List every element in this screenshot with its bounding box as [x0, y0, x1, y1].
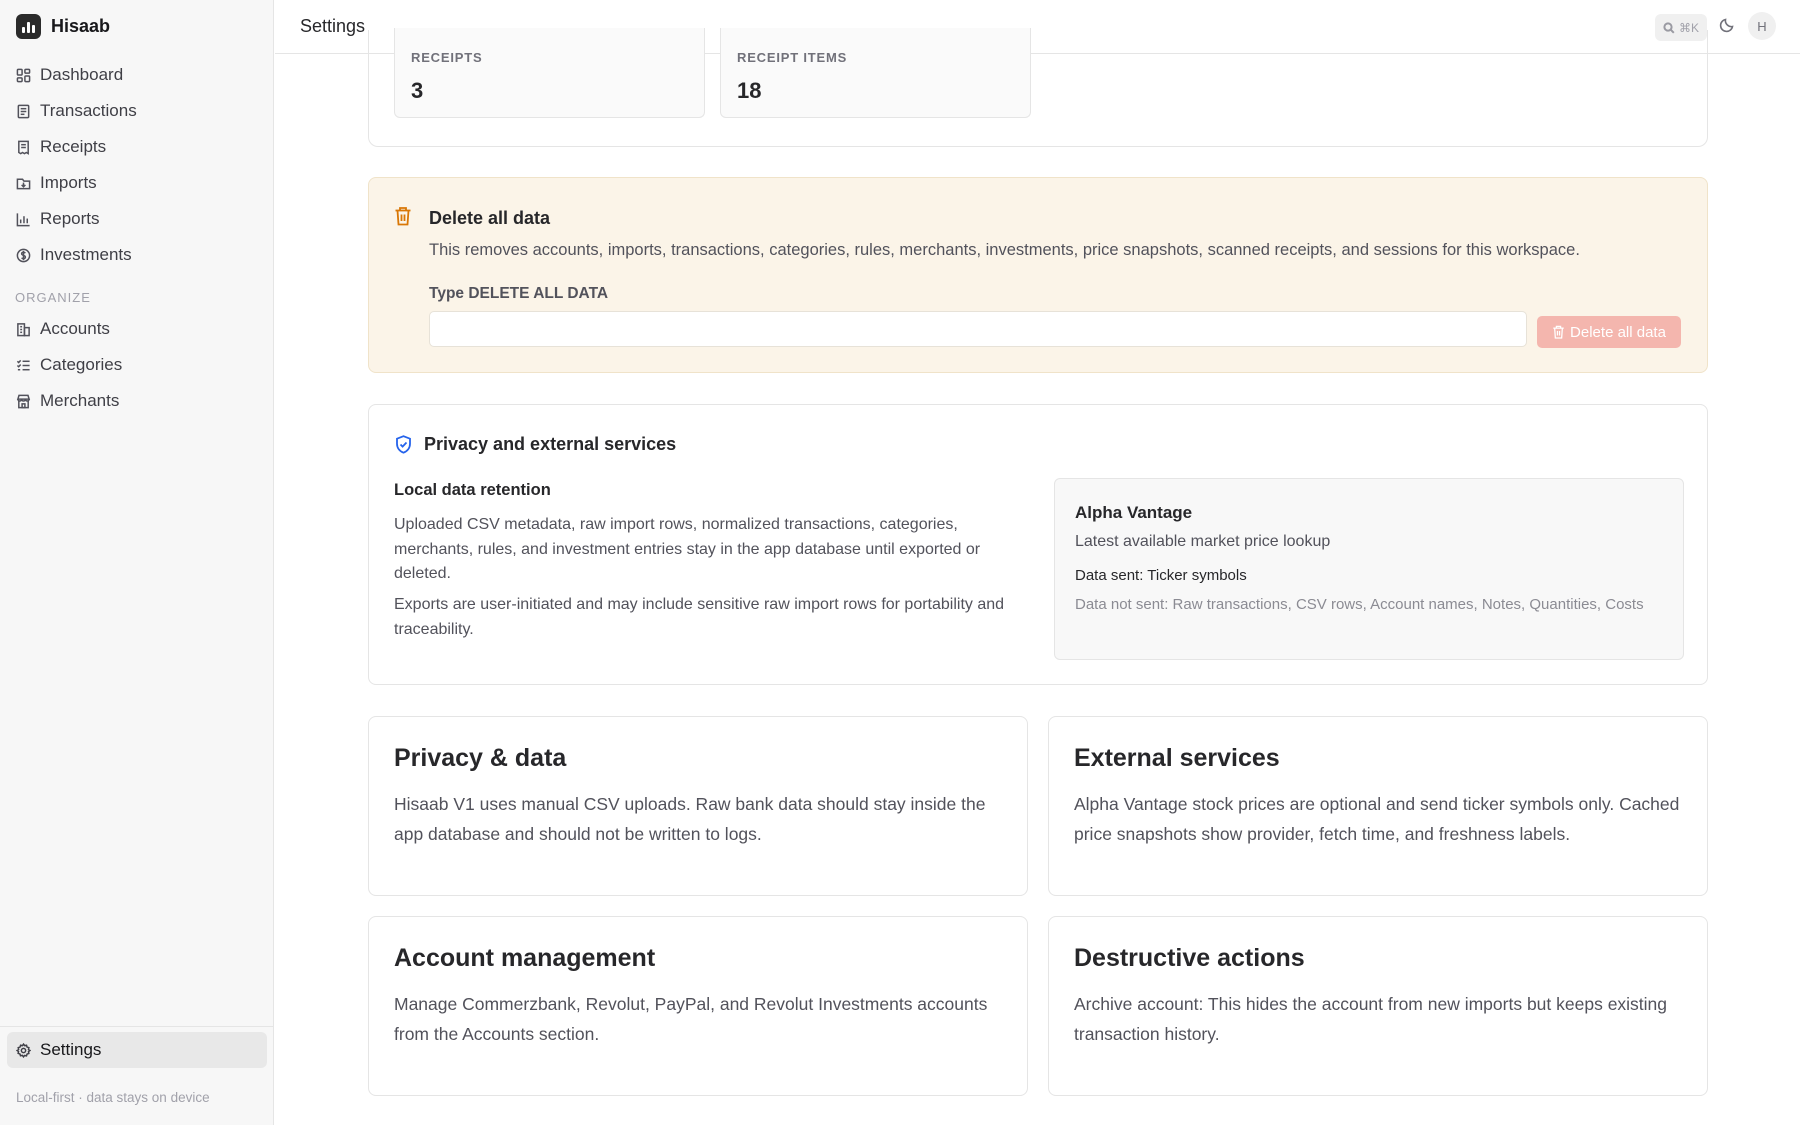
retention-paragraph: Uploaded CSV metadata, raw import rows, … — [394, 516, 981, 582]
sidebar-item-merchants[interactable]: Merchants — [8, 383, 268, 419]
sidebar-item-label: Transactions — [40, 101, 137, 120]
info-card-title: Privacy & data — [394, 744, 567, 772]
transactions-icon — [17, 104, 30, 118]
investments-icon — [16, 248, 31, 262]
retention-title: Local data retention — [394, 481, 551, 499]
sidebar-item-label: Dashboard — [40, 65, 124, 84]
info-card-title: External services — [1074, 744, 1280, 772]
brand-logo-icon — [16, 14, 41, 39]
sidebar-item-label: Categories — [40, 355, 123, 374]
info-card-body: Manage Commerzbank, Revolut, PayPal, and… — [394, 994, 988, 1044]
receipts-icon — [18, 140, 29, 155]
merchants-icon — [16, 394, 31, 408]
info-card-title: Account management — [394, 944, 656, 972]
stat-label: RECEIPTS — [411, 50, 483, 65]
delete-all-data-button-label: Delete all data — [1570, 323, 1666, 341]
confirm-delete-input[interactable] — [429, 311, 1527, 347]
sidebar-item-receipts[interactable]: Receipts — [8, 129, 268, 165]
danger-title: Delete all data — [429, 208, 551, 228]
external-service-card: Alpha Vantage Latest available market pr… — [1054, 478, 1684, 660]
sidebar-item-transactions[interactable]: Transactions — [8, 93, 268, 129]
exports-paragraph: Exports are user-initiated and may inclu… — [394, 596, 1005, 638]
sidebar-item-label: Imports — [40, 173, 97, 192]
sidebar-item-label: Merchants — [40, 391, 120, 410]
stat-receipt-items: RECEIPT ITEMS 18 — [720, 28, 1031, 118]
stat-label: RECEIPT ITEMS — [737, 50, 848, 65]
delete-all-data-section: Delete all data This removes accounts, i… — [368, 177, 1708, 373]
theme-toggle-button[interactable] — [1719, 17, 1739, 37]
stat-value: 3 — [411, 78, 424, 103]
imports-icon — [16, 178, 31, 189]
sidebar-item-label: Accounts — [40, 319, 110, 338]
stat-value: 18 — [737, 78, 762, 103]
info-card-external-services: External services Alpha Vantage stock pr… — [1048, 716, 1708, 896]
sidebar-footer-note: Local-first · data stays on device — [16, 1090, 210, 1105]
moon-icon — [1719, 18, 1734, 33]
trash-icon — [1553, 325, 1564, 339]
service-data-not-sent: Data not sent: Raw transactions, CSV row… — [1075, 596, 1644, 613]
gear-icon — [16, 1042, 31, 1058]
info-card-body: Hisaab V1 uses manual CSV uploads. Raw b… — [394, 794, 986, 844]
service-data-sent: Data sent: Ticker symbols — [1075, 567, 1247, 584]
sidebar-item-investments[interactable]: Investments — [8, 237, 268, 273]
sidebar-item-imports[interactable]: Imports — [8, 165, 268, 201]
delete-all-data-button[interactable]: Delete all data — [1537, 316, 1681, 348]
info-card-body: Archive account: This hides the account … — [1074, 994, 1668, 1044]
privacy-section-title: Privacy and external services — [424, 434, 677, 454]
sidebar-item-label: Reports — [40, 209, 100, 228]
dashboard-icon — [16, 68, 31, 82]
brand-name: Hisaab — [51, 16, 111, 36]
sidebar-section-organize: ORGANIZE — [15, 289, 91, 305]
info-card-account-management: Account management Manage Commerzbank, R… — [368, 916, 1028, 1096]
sidebar-item-reports[interactable]: Reports — [8, 201, 268, 237]
sidebar-item-label: Receipts — [40, 137, 107, 156]
sidebar: Hisaab Dashboard Transactions Receipts I… — [0, 0, 274, 1125]
reports-icon — [16, 212, 30, 226]
sidebar-item-accounts[interactable]: Accounts — [8, 311, 268, 347]
info-card-body: Alpha Vantage stock prices are optional … — [1074, 794, 1680, 844]
sidebar-item-settings[interactable]: Settings — [7, 1032, 267, 1068]
accounts-icon — [17, 322, 30, 336]
avatar[interactable]: H — [1748, 12, 1776, 40]
page-title: Settings — [300, 16, 366, 36]
main-nav: Dashboard Transactions Receipts Imports … — [8, 57, 268, 419]
receipt-stats-card: RECEIPTS 3 RECEIPT ITEMS 18 — [368, 28, 1708, 147]
sidebar-item-dashboard[interactable]: Dashboard — [8, 57, 268, 93]
brand[interactable]: Hisaab — [16, 14, 110, 39]
info-card-destructive-actions: Destructive actions Archive account: Thi… — [1048, 916, 1708, 1096]
sidebar-item-categories[interactable]: Categories — [8, 347, 268, 383]
categories-icon — [16, 359, 30, 370]
confirm-label: Type DELETE ALL DATA — [429, 285, 609, 302]
privacy-external-services-section: Privacy and external services Local data… — [368, 404, 1708, 685]
service-purpose: Latest available market price lookup — [1075, 533, 1331, 550]
service-name: Alpha Vantage — [1075, 503, 1193, 522]
sidebar-item-label: Settings — [40, 1040, 102, 1059]
info-card-privacy-data: Privacy & data Hisaab V1 uses manual CSV… — [368, 716, 1028, 896]
danger-description: This removes accounts, imports, transact… — [429, 241, 1580, 259]
info-card-title: Destructive actions — [1074, 944, 1305, 972]
shield-check-icon — [395, 435, 412, 459]
sidebar-item-label: Investments — [40, 245, 132, 264]
sidebar-divider — [0, 1026, 274, 1027]
stat-receipts: RECEIPTS 3 — [394, 28, 705, 118]
trash-icon — [394, 206, 412, 231]
